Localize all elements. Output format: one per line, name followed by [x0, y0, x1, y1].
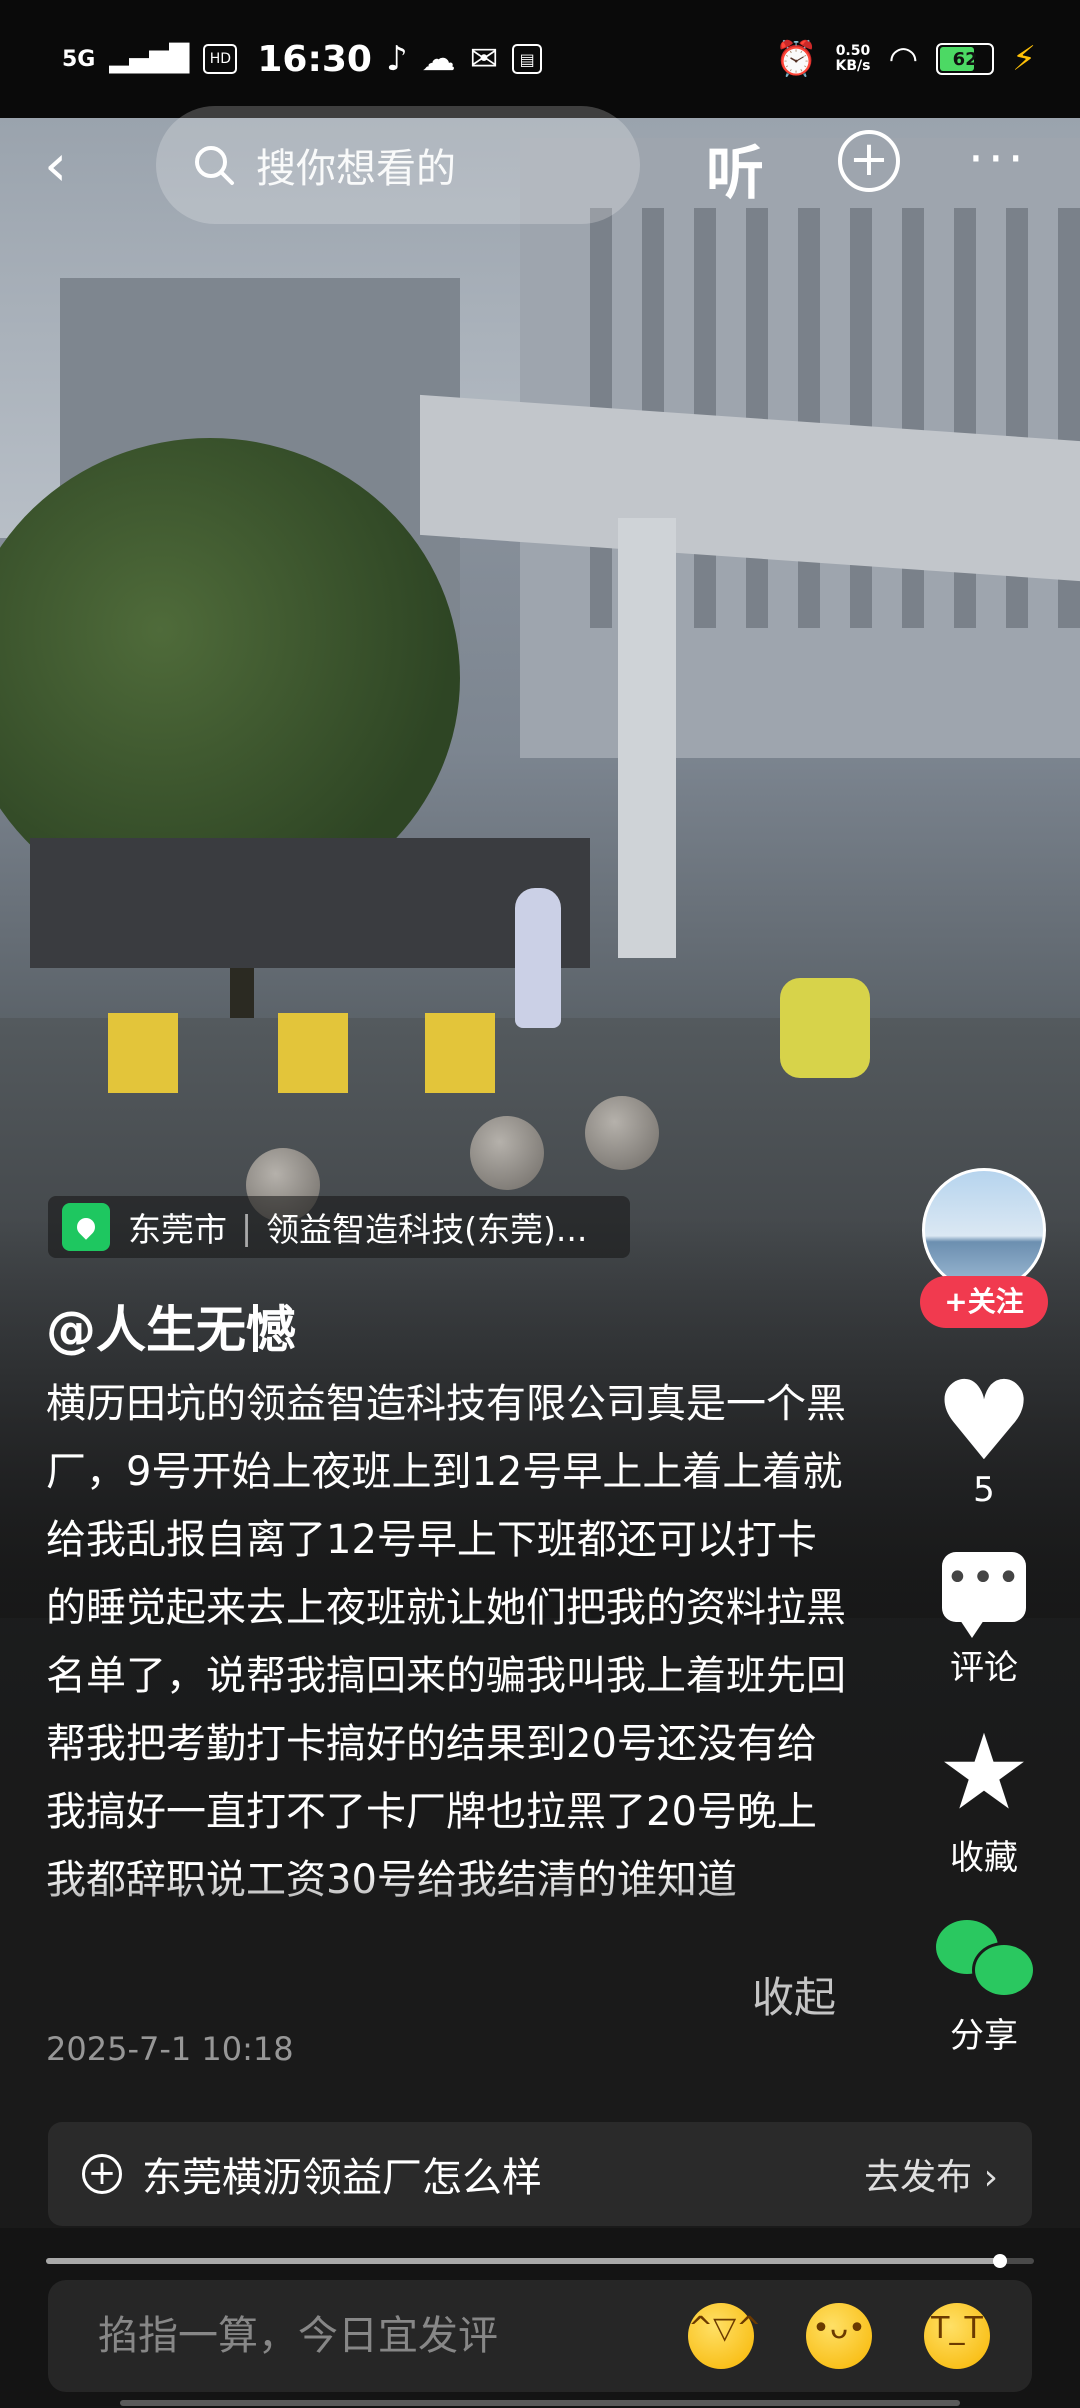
share-label: 分享: [950, 2016, 1018, 2056]
location-city: 东莞市: [128, 1210, 227, 1249]
crying-emoji-icon[interactable]: T_T: [924, 2303, 990, 2369]
signal-icon: ▂▄▆█: [109, 44, 190, 74]
back-icon[interactable]: ‹: [44, 136, 94, 196]
post-description[interactable]: 横历田坑的领益智造科技有限公司真是一个黑厂，9号开始上夜班上到12号早上上着上着…: [46, 1370, 846, 1960]
location-tag[interactable]: 东莞市 | 领益智造科技(东莞)...: [48, 1196, 630, 1258]
comment-input[interactable]: [96, 2312, 660, 2360]
post-timestamp: 2025-7-1 10:18: [46, 2030, 294, 2068]
like-button[interactable]: ♥ 5: [904, 1366, 1064, 1510]
playback-progress[interactable]: [46, 2254, 1034, 2268]
hd-icon: HD: [203, 44, 238, 74]
location-divider: |: [241, 1207, 253, 1247]
network-indicator: 5G: [62, 46, 96, 72]
publish-link[interactable]: 去发布 ›: [864, 2148, 998, 2200]
comment-input-box[interactable]: ^▽^ •ᴗ• T_T: [48, 2280, 1032, 2392]
author-avatar[interactable]: [922, 1168, 1046, 1292]
person: [515, 888, 561, 1028]
company-sign-wall: [30, 838, 590, 968]
wechat-icon: [936, 1920, 1036, 2000]
heart-icon: ♥: [934, 1357, 1034, 1485]
add-icon[interactable]: +: [838, 130, 900, 192]
author-name[interactable]: @人生无憾: [46, 1290, 296, 1362]
favorite-button[interactable]: ★ 收藏: [904, 1720, 1064, 1879]
location-place: 领益智造科技(东莞)...: [266, 1210, 588, 1249]
favorite-label: 收藏: [950, 1838, 1018, 1878]
laughing-emoji-icon[interactable]: ^▽^: [688, 2303, 761, 2369]
search-box[interactable]: 搜你想看的: [156, 106, 640, 224]
like-count: 5: [973, 1470, 995, 1510]
home-indicator: [120, 2400, 960, 2406]
tiktok-icon: ♪: [385, 39, 408, 79]
listen-button[interactable]: 听: [706, 126, 764, 210]
comment-button[interactable]: ••• 评论: [904, 1552, 1064, 1689]
comment-icon: •••: [942, 1552, 1026, 1638]
related-topic-bar[interactable]: + 东莞横沥领益厂怎么样 去发布 ›: [48, 2122, 1032, 2226]
hand-over-mouth-emoji-icon[interactable]: •ᴗ•: [806, 2303, 872, 2369]
charging-icon: ⚡: [1012, 39, 1036, 79]
wifi-icon: ◠: [888, 39, 919, 79]
comment-label: 评论: [950, 1648, 1018, 1688]
mail-icon: ✉: [469, 39, 499, 79]
search-icon: [195, 146, 234, 185]
share-button[interactable]: 分享: [904, 1920, 1064, 2057]
battery-indicator: 62: [936, 43, 995, 75]
star-icon: ★: [937, 1711, 1031, 1833]
app-notification-icon: ▤: [512, 44, 543, 74]
collapse-button[interactable]: 收起: [752, 1964, 836, 2025]
scooter: [780, 978, 870, 1078]
more-icon[interactable]: ···: [968, 130, 1028, 188]
location-pin-icon: [62, 1203, 110, 1251]
add-topic-icon: +: [82, 2154, 122, 2194]
network-speed: 0.50 KB/s: [835, 43, 871, 74]
search-placeholder: 搜你想看的: [256, 146, 456, 192]
topic-text: 东莞横沥领益厂怎么样: [142, 2155, 542, 2201]
clock: 16:30: [257, 38, 372, 80]
top-bar: ‹ 搜你想看的 听 + ···: [0, 100, 1080, 230]
alarm-icon: ⏰: [775, 39, 818, 79]
bottom-bar: ^▽^ •ᴗ• T_T: [0, 2228, 1080, 2408]
progress-fill: [46, 2258, 1001, 2264]
wechat-notification-icon: ☁: [421, 39, 456, 79]
follow-button[interactable]: +关注: [920, 1276, 1048, 1328]
